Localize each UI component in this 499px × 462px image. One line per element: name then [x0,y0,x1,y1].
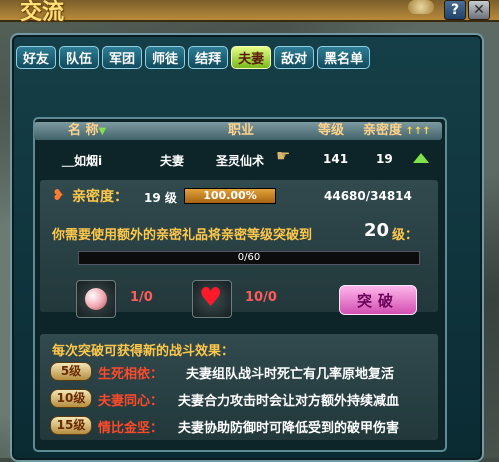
effect-level-badge: 5级 [50,362,92,381]
heart-item-icon: ♥ [199,283,223,313]
header-intimacy[interactable]: 亲密度 ↑↑↑ [363,122,431,140]
breakthrough-bar-text: 0/60 [237,252,261,263]
row-job: 圣灵仙术 [216,154,265,168]
tab-bar: 好友 队伍 军团 师徒 结拜 夫妻 敌对 黑名单 [16,46,371,69]
breakthrough-target-unit: 级： [392,228,419,243]
tab-enemy[interactable]: 敌对 [274,46,315,69]
ornament-icon [408,0,434,14]
intimacy-bar-text: 100.00% [203,189,257,202]
intimacy-level: 19 级 [144,191,177,205]
intimacy-exp: 44680/34814 [324,189,412,203]
effect-name: 情比金坚： [98,421,164,436]
window-title: 交流 [20,0,65,25]
intimacy-bar: 100.00% [184,188,276,204]
item-count-heart: 10/0 [245,290,277,305]
help-icon: ? [450,2,460,18]
effect-desc: 夫妻协助防御时可降低受到的破甲伤害 [178,421,400,436]
sort-icon: ↑↑↑ [402,126,431,137]
help-button[interactable]: ? [444,0,466,20]
breakthrough-button[interactable]: 突破 [339,285,417,315]
sort-arrow-icon: ▼ [98,126,107,137]
row-name: ＿如烟i [62,154,103,168]
pearl-icon [85,288,107,310]
close-button[interactable]: ✕ [468,0,490,20]
effect-name: 生死相依： [98,367,164,382]
tab-sworn[interactable]: 结拜 [188,46,229,69]
title-bar: 交流 ? ✕ [0,0,499,25]
heart-icon: ❥ [52,186,65,204]
tab-spouse[interactable]: 夫妻 [231,46,272,69]
effect-desc: 夫妻合力攻击时会让对方额外持续减血 [178,394,400,409]
intimacy-label: 亲密度： [72,189,128,205]
breakthrough-target: 20 [364,220,390,241]
effect-desc: 夫妻组队战斗时死亡有几率原地复活 [186,367,395,382]
item-slot-pearl[interactable] [76,280,116,318]
breakthrough-prompt: 你需要使用额外的亲密礼品将亲密等级突破到 [52,228,313,243]
effect-level-badge: 15级 [50,416,92,435]
effect-level-badge: 10级 [50,389,92,408]
row-intimacy: 19 [376,152,393,166]
tab-blacklist[interactable]: 黑名单 [317,46,371,69]
header-level: 等级 [318,123,345,138]
close-icon: ✕ [473,2,485,18]
row-relation: 夫妻 [160,154,185,168]
effect-name: 夫妻同心： [98,394,164,409]
breakthrough-bar: 0/60 [78,251,420,265]
effects-title: 每次突破可获得新的战斗效果： [52,344,235,359]
item-count-pearl: 1/0 [130,290,153,305]
item-slot-heart[interactable]: ♥ [192,280,232,318]
row-level: 141 [323,152,349,166]
tab-legion[interactable]: 军团 [102,46,143,69]
tab-friends[interactable]: 好友 [16,46,57,69]
header-name[interactable]: 名 称▼ [68,122,106,140]
tab-team[interactable]: 队伍 [59,46,100,69]
pointer-icon: ☛ [276,146,291,165]
header-job: 职业 [228,123,255,138]
expand-arrow-icon[interactable] [413,153,429,163]
tab-mentor[interactable]: 师徒 [145,46,186,69]
